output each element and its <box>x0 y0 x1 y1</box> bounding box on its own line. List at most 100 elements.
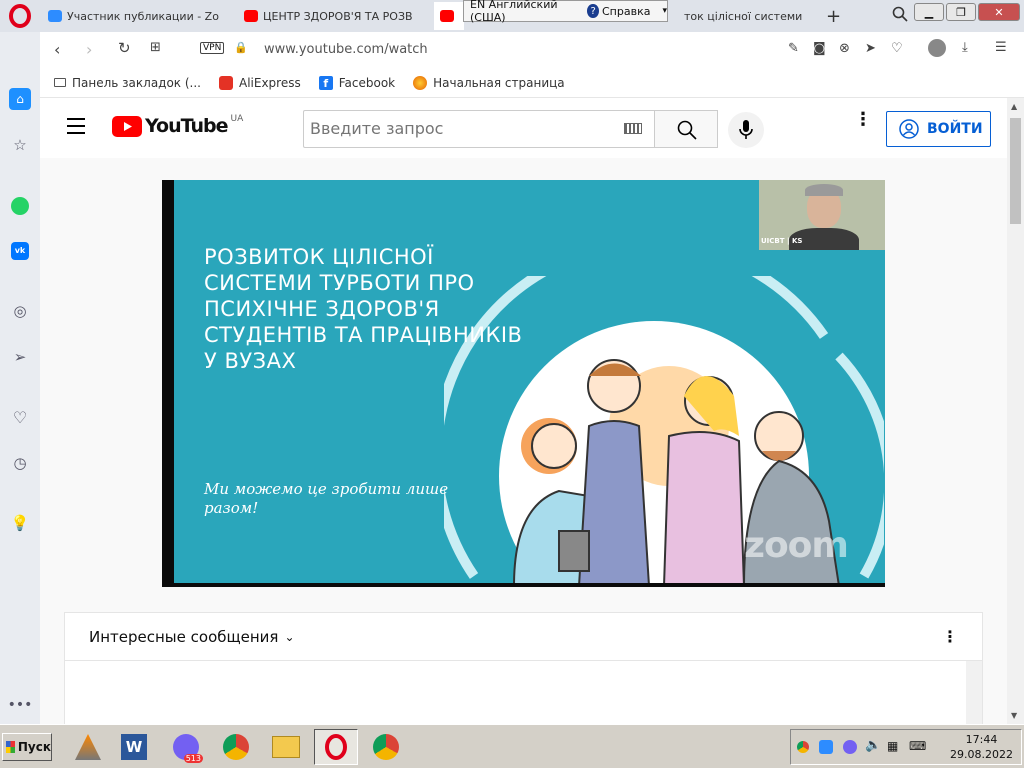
tabs-grid-icon[interactable]: ⊞ <box>150 40 161 55</box>
minimize-button[interactable]: ▁ <box>914 3 944 21</box>
tab-center[interactable]: ЦЕНТР ЗДОРОВ'Я ТА РОЗВ <box>238 2 430 30</box>
aliexpress-icon <box>219 75 233 90</box>
vpn-badge[interactable]: VPN <box>200 42 225 54</box>
keyboard-layout-icon[interactable]: ⌨ <box>909 739 926 753</box>
language-indicator[interactable]: EN Английский (США) <box>464 0 581 24</box>
star-icon[interactable]: ☆ <box>9 134 31 156</box>
taskbar-app-word[interactable]: W <box>112 729 156 765</box>
zoom-watermark: zoom <box>744 525 849 566</box>
system-clock[interactable]: 17:44 29.08.2022 <box>950 732 1013 762</box>
player-icon[interactable]: ◎ <box>9 300 31 322</box>
taskbar-app-bonfire[interactable] <box>66 729 110 765</box>
options-arrow-icon[interactable]: ▾ <box>662 6 667 16</box>
volume-icon[interactable]: 🔈 <box>865 738 881 753</box>
help-label[interactable]: Справка <box>599 5 650 18</box>
edit-icon[interactable]: ✎ <box>788 41 799 56</box>
home-icon[interactable]: ⌂ <box>9 88 31 110</box>
camera-icon[interactable]: ◙ <box>813 41 826 56</box>
tab-label: ток цілісної системи <box>684 9 803 23</box>
whatsapp-icon[interactable] <box>9 195 31 217</box>
flow-icon[interactable]: ➢ <box>9 346 31 368</box>
scroll-down-icon[interactable]: ▼ <box>1011 711 1017 720</box>
signin-label: ВОЙТИ <box>927 121 983 137</box>
account-icon <box>899 119 919 139</box>
keyboard-icon[interactable] <box>624 123 642 134</box>
search-tabs-icon[interactable] <box>892 6 908 22</box>
firefox-icon <box>413 75 428 90</box>
windows-logo-icon <box>6 741 15 753</box>
youtube-page: YouTube UA Введите запрос ⋮ ВОЙТИ РОЗВИТ… <box>40 98 1007 724</box>
bookmark-panel[interactable]: Панель закладок (... <box>54 76 201 90</box>
video-player[interactable]: Розвиток цілісної системи турботи про пс… <box>162 180 885 587</box>
chevron-down-icon: ⌄ <box>284 629 295 644</box>
bookmark-label: AliExpress <box>239 75 301 90</box>
teamviewer-icon[interactable] <box>819 740 833 754</box>
chat-header[interactable]: Интересные сообщения ⌄ ⋮ <box>65 613 982 661</box>
pinboard-heart-icon[interactable]: ♡ <box>9 406 31 428</box>
close-button[interactable]: ✕ <box>978 3 1020 21</box>
url-field[interactable]: www.youtube.com/watch <box>264 42 428 57</box>
send-icon[interactable]: ➤ <box>865 41 876 56</box>
guide-menu-icon[interactable] <box>67 118 85 134</box>
bookmark-aliexpress[interactable]: AliExpress <box>219 75 301 90</box>
chat-menu-icon[interactable]: ⋮ <box>942 627 958 646</box>
opera-icon <box>325 734 347 760</box>
viber-icon: 513 <box>173 734 203 763</box>
webcam-thumbnail: UICBT | KS <box>759 180 885 250</box>
chat-scrollbar[interactable] <box>966 661 982 724</box>
more-icon[interactable]: ••• <box>8 694 33 716</box>
taskbar-app-chrome[interactable] <box>214 729 258 765</box>
download-icon[interactable]: ⤓ <box>962 40 968 55</box>
tab-strip: Участник публикации - Zo ЦЕНТР ЗДОРОВ'Я … <box>0 0 1024 32</box>
taskbar-app-explorer[interactable] <box>264 729 308 765</box>
signin-button[interactable]: ВОЙТИ <box>886 111 991 147</box>
help-icon: ? <box>587 4 599 18</box>
youtube-icon <box>440 10 454 22</box>
taskbar-app-opera[interactable] <box>314 729 358 765</box>
tips-bulb-icon[interactable]: 💡 <box>9 512 31 534</box>
tab-system[interactable]: ток цілісної системи <box>678 2 808 30</box>
back-icon[interactable]: ‹ <box>54 40 60 59</box>
block-icon[interactable]: ⊗ <box>839 41 850 56</box>
scroll-up-icon[interactable]: ▲ <box>1011 102 1017 111</box>
start-button[interactable]: Пуск <box>2 733 52 761</box>
opera-logo-icon[interactable] <box>8 4 32 28</box>
live-chat: Интересные сообщения ⌄ ⋮ <box>64 612 983 724</box>
page-scrollbar[interactable]: ▲ ▼ <box>1007 98 1024 724</box>
voice-search-button[interactable] <box>728 112 764 148</box>
language-bar[interactable]: EN Английский (США) ? Справка ▾ <box>463 0 668 24</box>
new-tab-button[interactable]: + <box>820 2 844 30</box>
viber-tray-icon[interactable] <box>843 740 857 754</box>
profile-icon[interactable] <box>928 39 946 57</box>
vk-icon[interactable]: vk <box>9 240 31 262</box>
start-label: Пуск <box>17 740 51 754</box>
network-icon[interactable]: ▦ <box>887 739 898 753</box>
tab-label: Участник публикации - Zo <box>67 9 219 23</box>
maximize-button[interactable]: ❐ <box>946 3 976 21</box>
opera-sidebar: ⌂ ☆ vk ◎ ➢ ♡ ◷ 💡 ••• <box>0 32 40 724</box>
taskbar-app-chrome-2[interactable] <box>364 729 408 765</box>
heart-icon[interactable]: ♡ <box>891 41 903 56</box>
forward-icon[interactable]: › <box>86 40 92 59</box>
tab-zoom[interactable]: Участник публикации - Zo <box>42 2 234 30</box>
bookmarks-bar: Панель закладок (... AliExpress f Facebo… <box>40 68 1024 98</box>
scrollbar-thumb[interactable] <box>1010 118 1021 224</box>
bookmark-facebook[interactable]: f Facebook <box>318 75 395 90</box>
search-input[interactable]: Введите запрос <box>303 110 654 148</box>
history-icon[interactable]: ◷ <box>9 452 31 474</box>
plus-icon: + <box>826 5 842 27</box>
bookmark-start-page[interactable]: Начальная страница <box>413 75 565 90</box>
settings-dots-icon[interactable]: ⋮ <box>854 111 872 129</box>
viber-badge: 513 <box>183 754 203 763</box>
microphone-icon <box>739 120 753 139</box>
chrome-tray-icon[interactable] <box>797 741 809 753</box>
search-button[interactable] <box>654 110 718 148</box>
bookmark-label: Начальная страница <box>433 75 565 90</box>
youtube-logo[interactable]: YouTube UA <box>112 114 243 137</box>
lock-icon: 🔒 <box>234 41 248 54</box>
taskbar-app-viber[interactable]: 513 <box>164 729 208 765</box>
reload-icon[interactable]: ↻ <box>118 39 131 57</box>
tab-active[interactable] <box>434 2 464 30</box>
easy-setup-icon[interactable]: ☰ <box>995 40 1007 55</box>
window-controls: ▁ ❐ ✕ <box>914 3 1020 21</box>
